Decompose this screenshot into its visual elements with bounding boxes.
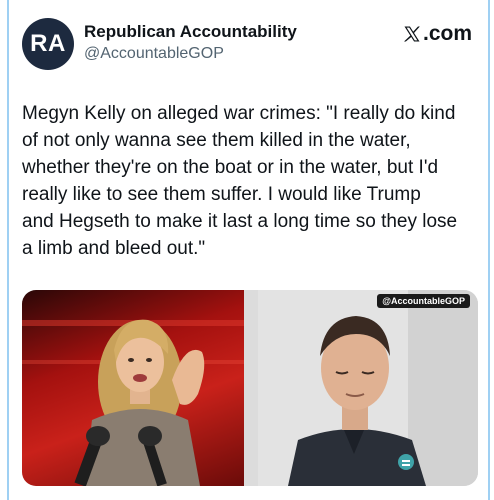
account-handle[interactable]: @AccountableGOP [84, 45, 224, 63]
tweet-text-line: a limb and bleed out." [22, 238, 206, 259]
avatar[interactable]: RA [22, 18, 74, 70]
media-divider [244, 290, 258, 486]
guest-illustration [258, 290, 478, 486]
tweet-text-line: and Hegseth to make it last a long time … [22, 211, 458, 232]
tweet-text-line: of not only wanna see them killed in the… [22, 130, 411, 151]
speaker-illustration [22, 319, 244, 486]
video-panel-speaker [22, 290, 244, 486]
tweet-text-line: Megyn Kelly on alleged war crimes: "I re… [22, 103, 456, 124]
display-name[interactable]: Republican Accountability [84, 22, 297, 42]
tweet-text-line: whether they're on the boat or in the wa… [22, 157, 439, 178]
media-watermark: @AccountableGOP [377, 294, 470, 308]
brand-link[interactable]: .com [402, 22, 472, 46]
brand-label: .com [422, 22, 472, 45]
avatar-initials: RA [30, 30, 66, 57]
video-panel-guest: @AccountableGOP [258, 290, 478, 486]
tweet-text: Megyn Kelly on alleged war crimes: "I re… [22, 100, 478, 262]
video-media[interactable]: @AccountableGOP [22, 290, 478, 486]
tweet-text-line: really like to see them suffer. I would … [22, 184, 421, 205]
x-logo-icon [403, 26, 420, 42]
